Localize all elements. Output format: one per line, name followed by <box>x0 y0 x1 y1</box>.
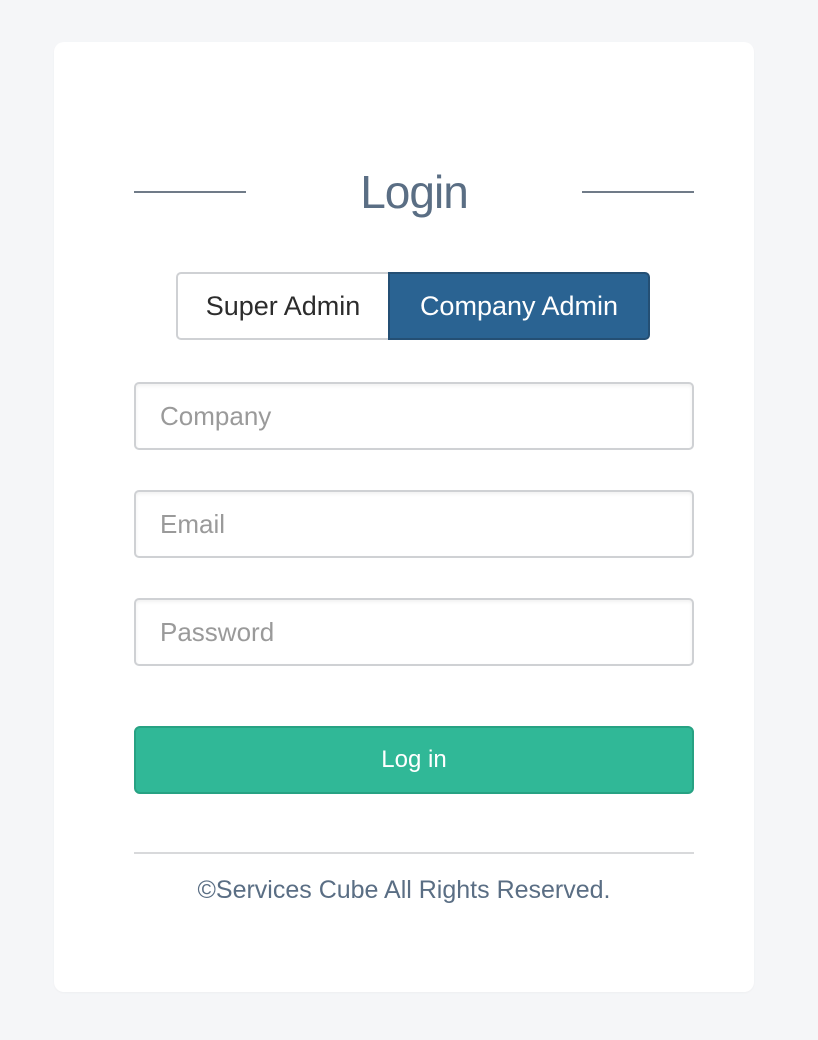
login-card: Login Super Admin Company Admin Log in ©… <box>54 42 754 992</box>
footer-divider <box>134 852 694 854</box>
password-input[interactable] <box>134 598 694 666</box>
copyright-text: ©Services Cube All Rights Reserved. <box>197 876 611 904</box>
company-admin-toggle-button[interactable]: Company Admin <box>388 272 650 340</box>
login-button[interactable]: Log in <box>134 726 694 794</box>
heading-right-rule <box>582 191 694 193</box>
super-admin-toggle-button[interactable]: Super Admin <box>176 272 388 340</box>
company-input[interactable] <box>134 382 694 450</box>
role-toggle: Super Admin Company Admin <box>176 272 650 340</box>
login-heading: Login <box>134 162 694 222</box>
email-input[interactable] <box>134 490 694 558</box>
